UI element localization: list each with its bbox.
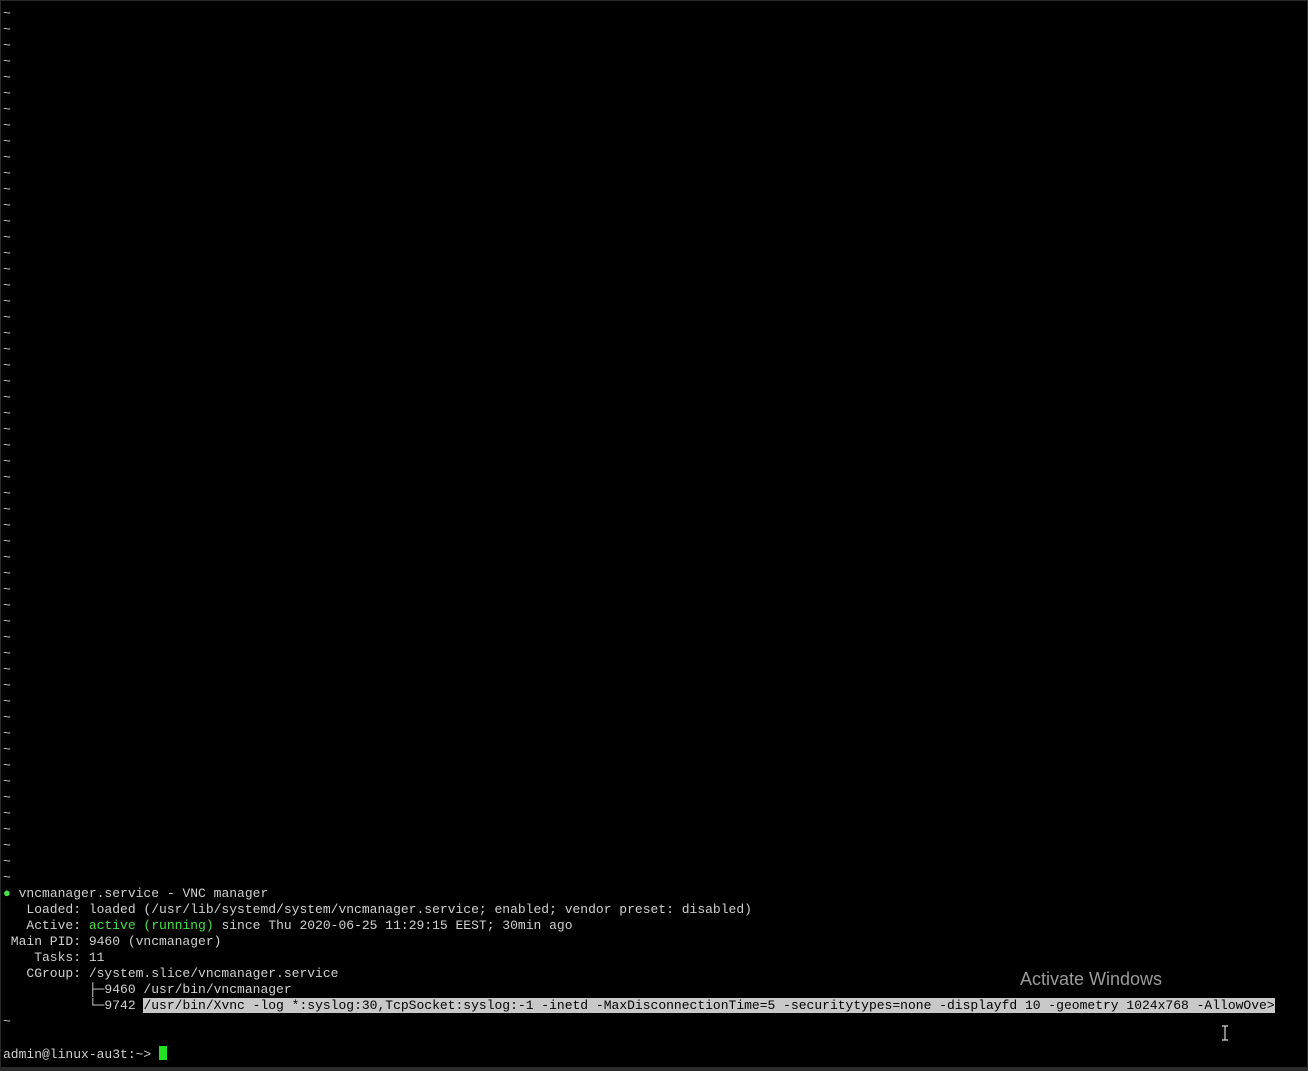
tilde-line: ~: [3, 54, 11, 69]
tilde-line: ~: [3, 646, 11, 661]
tilde-line: ~: [3, 470, 11, 485]
tilde-line: ~: [3, 150, 11, 165]
tilde-line: ~: [3, 6, 11, 21]
process-xvnc-prefix: └─9742: [3, 998, 144, 1013]
tilde-line: ~: [3, 166, 11, 181]
tilde-line: ~: [3, 854, 11, 869]
process-line-vncmanager: ├─9460 /usr/bin/vncmanager: [3, 982, 292, 997]
bottom-edge: [1, 1067, 1307, 1070]
active-line: Active: active (running) since Thu 2020-…: [3, 918, 573, 934]
tilde-line: ~: [3, 182, 11, 197]
tilde-line: ~: [3, 630, 11, 645]
active-state: active (running): [88, 918, 214, 933]
tilde-line: ~: [3, 38, 11, 53]
tilde-line: ~: [3, 70, 11, 85]
tilde-line: ~: [3, 390, 11, 405]
tilde-line: ~: [3, 726, 11, 741]
tilde-line: ~: [3, 118, 11, 133]
prompt-line[interactable]: admin@linux-au3t:~>: [3, 1046, 168, 1062]
tilde-line: ~: [3, 422, 11, 437]
tilde-line: ~: [3, 358, 11, 373]
cgroup-line: CGroup: /system.slice/vncmanager.service: [3, 966, 339, 981]
terminal-window[interactable]: ~ ~ ~ ~ ~ ~ ~ ~ ~ ~ ~ ~ ~ ~ ~ ~ ~ ~ ~ ~ ~ ~ ~ ~ ~ ~ ~ ~ ~ ~ ~ ~ ~ ~ ~ ~ ~ ~ ~ ~…: [0, 0, 1308, 1071]
tilde-line: ~: [3, 214, 11, 229]
tilde-line: ~: [3, 438, 11, 453]
tilde-line: ~: [3, 406, 11, 421]
service-title-line: ● vncmanager.service - VNC manager: [3, 886, 268, 902]
tilde-line: ~: [3, 806, 11, 821]
ibeam-cursor-icon: [1222, 1025, 1228, 1041]
main-pid-line: Main PID: 9460 (vncmanager): [3, 934, 222, 949]
process-line-xvnc: └─9742 /usr/bin/Xvnc -log *:syslog:30,Tc…: [3, 998, 1275, 1014]
tasks-line: Tasks: 11: [3, 950, 105, 965]
tilde-line-end: ~: [3, 1014, 11, 1029]
tilde-line: ~: [3, 262, 11, 277]
tilde-line: ~: [3, 22, 11, 37]
tilde-line: ~: [3, 582, 11, 597]
activate-windows-watermark: Activate Windows: [1020, 969, 1163, 989]
loaded-line: Loaded: loaded (/usr/lib/systemd/system/…: [3, 902, 752, 917]
tilde-line: ~: [3, 838, 11, 853]
tilde-line: ~: [3, 278, 11, 293]
tilde-line: ~: [3, 454, 11, 469]
tilde-line: ~: [3, 518, 11, 533]
status-bullet: ●: [3, 886, 11, 901]
tilde-line: ~: [3, 486, 11, 501]
tilde-line: ~: [3, 230, 11, 245]
selected-command-text[interactable]: /usr/bin/Xvnc -log *:syslog:30,TcpSocket…: [143, 998, 1275, 1013]
tilde-line: ~: [3, 710, 11, 725]
active-label: Active:: [3, 918, 89, 933]
active-since: since Thu 2020-06-25 11:29:15 EEST; 30mi…: [213, 918, 573, 933]
tilde-line: ~: [3, 294, 11, 309]
tilde-line: ~: [3, 550, 11, 565]
tilde-line: ~: [3, 790, 11, 805]
tilde-line: ~: [3, 246, 11, 261]
tilde-line: ~: [3, 310, 11, 325]
tilde-line: ~: [3, 614, 11, 629]
cursor-block: [159, 1046, 168, 1060]
tilde-line: ~: [3, 774, 11, 789]
tilde-line: ~: [3, 198, 11, 213]
tilde-line: ~: [3, 822, 11, 837]
tilde-line: ~: [3, 758, 11, 773]
shell-prompt: admin@linux-au3t:~>: [3, 1047, 160, 1062]
tilde-line: ~: [3, 534, 11, 549]
tilde-line: ~: [3, 870, 11, 885]
tilde-line: ~: [3, 678, 11, 693]
tilde-line: ~: [3, 374, 11, 389]
tilde-line: ~: [3, 326, 11, 341]
tilde-line: ~: [3, 742, 11, 757]
service-title: vncmanager.service - VNC manager: [10, 886, 269, 901]
tilde-line: ~: [3, 566, 11, 581]
tilde-line: ~: [3, 134, 11, 149]
tilde-line: ~: [3, 662, 11, 677]
tilde-line: ~: [3, 342, 11, 357]
tilde-line: ~: [3, 598, 11, 613]
tilde-line: ~: [3, 694, 11, 709]
tilde-line: ~: [3, 502, 11, 517]
tilde-line: ~: [3, 102, 11, 117]
tilde-line: ~: [3, 86, 11, 101]
